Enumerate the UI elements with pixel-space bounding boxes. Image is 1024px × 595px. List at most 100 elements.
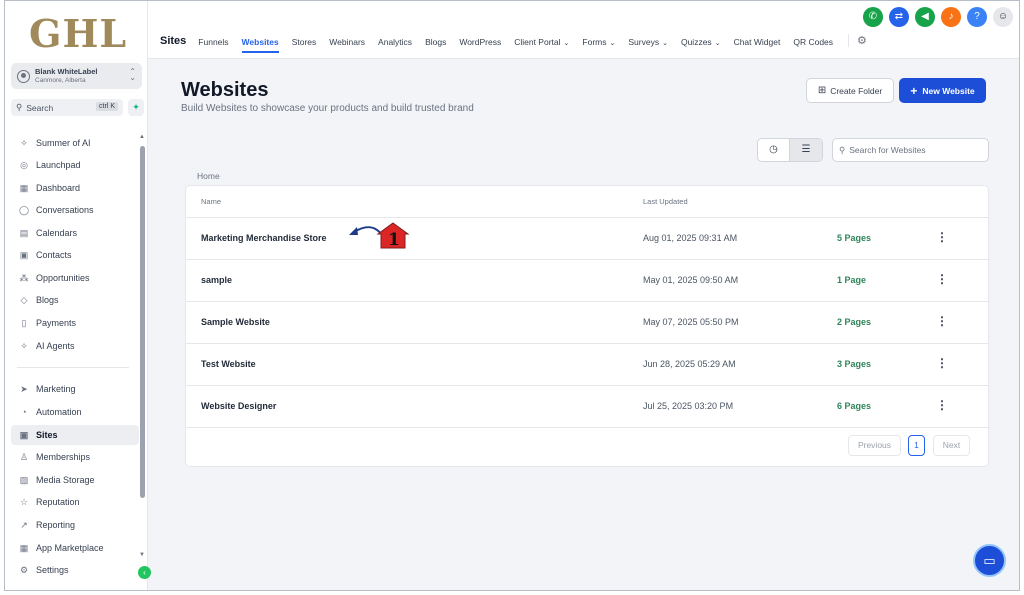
sidebar-item-contacts[interactable]: ▣ Contacts [11, 245, 139, 265]
annotation-arrow-icon [349, 222, 410, 249]
pages-link[interactable]: 6 Pages [837, 401, 871, 411]
previous-page-button[interactable]: Previous [848, 435, 901, 456]
chat-support-button[interactable]: ▭ [973, 544, 1006, 577]
next-page-button[interactable]: Next [933, 435, 970, 456]
sidebar-item-memberships[interactable]: ♙ Memberships [11, 447, 139, 467]
account-location: Canmore, Alberta [35, 77, 86, 84]
tab-stores[interactable]: Stores [292, 37, 317, 53]
sidebar-item-label: Sites [36, 430, 58, 440]
sidebar-item-calendars[interactable]: ▤ Calendars [11, 223, 139, 243]
image-icon: ▨ [19, 474, 29, 485]
new-website-button[interactable]: + New Website [899, 78, 986, 103]
more-actions-icon[interactable]: ⋮ [936, 398, 948, 412]
sidebar-item-ai-agents[interactable]: ✧ AI Agents [11, 336, 139, 356]
tab-funnels[interactable]: Funnels [198, 37, 228, 53]
sidebar-item-app-marketplace[interactable]: ▦ App Marketplace [11, 538, 139, 558]
sidebar-item-label: Settings [36, 565, 69, 575]
brand-logo[interactable]: GHL [29, 11, 127, 56]
create-folder-button[interactable]: ⊞ Create Folder [806, 78, 894, 103]
account-switcher[interactable]: Blank WhiteLabel Canmore, Alberta ⌃ ⌄ [11, 63, 142, 89]
sidebar-item-settings[interactable]: ⚙ Settings [11, 560, 139, 580]
search-shortcut-badge: ctrl K [96, 102, 118, 111]
website-name[interactable]: Marketing Merchandise Store [201, 233, 327, 243]
more-actions-icon[interactable]: ⋮ [936, 356, 948, 370]
page-number-button[interactable]: 1 [908, 435, 925, 456]
tab-websites[interactable]: Websites [241, 37, 279, 53]
apps-icon: ▦ [19, 542, 29, 553]
page-title: Websites [181, 79, 269, 101]
help-icon[interactable]: ? [967, 7, 987, 27]
recent-view-clock-icon[interactable]: ◷ [758, 139, 791, 161]
tab-webinars[interactable]: Webinars [329, 37, 365, 53]
website-name[interactable]: sample [201, 275, 232, 285]
sidebar-item-label: Conversations [36, 205, 94, 215]
sidebar-item-label: Dashboard [36, 183, 81, 193]
megaphone-icon[interactable]: ◀ [915, 7, 935, 27]
sites-icon: ▣ [19, 429, 29, 440]
pages-link[interactable]: 2 Pages [837, 317, 871, 327]
sidebar-item-conversations[interactable]: ◯ Conversations [11, 200, 139, 220]
pages-link[interactable]: 3 Pages [837, 359, 871, 369]
tab-surveys[interactable]: Surveys ⌄ [628, 37, 668, 53]
sidebar-scrollbar[interactable] [140, 146, 145, 498]
tab-chat-widget[interactable]: Chat Widget [734, 37, 781, 53]
tab-quizzes[interactable]: Quizzes ⌄ [681, 37, 721, 53]
sidebar-item-summer-of-ai[interactable]: ✧ Summer of AI [11, 133, 139, 153]
table-row[interactable]: Marketing Merchandise Store Aug 01, 2025 … [186, 218, 988, 260]
chevron-down-icon: ⌄ [662, 40, 668, 47]
breadcrumb[interactable]: Home [197, 171, 220, 181]
table-row[interactable]: Test Website Jun 28, 2025 05:29 AM 3 Pages… [186, 344, 988, 386]
pages-link[interactable]: 1 Page [837, 275, 866, 285]
receipt-icon: ▯ [21, 317, 27, 328]
user-avatar[interactable]: ☺ [993, 7, 1013, 27]
website-name[interactable]: Sample Website [201, 317, 270, 327]
scroll-down-icon[interactable]: ▼ [139, 552, 145, 558]
more-actions-icon[interactable]: ⋮ [936, 230, 948, 244]
tab-blogs[interactable]: Blogs [425, 37, 446, 53]
table-row[interactable]: Website Designer Jul 25, 2025 03:20 PM 6 P… [186, 386, 988, 428]
list-view-icon[interactable]: ☰ [790, 139, 822, 161]
opportunities-icon: ⁂ [19, 272, 29, 283]
sidebar-item-marketing[interactable]: ➤ Marketing [11, 379, 139, 399]
switch-icon[interactable]: ⇄ [889, 7, 909, 27]
more-actions-icon[interactable]: ⋮ [936, 272, 948, 286]
pages-link[interactable]: 5 Pages [837, 233, 871, 243]
bell-icon[interactable]: ♪ [941, 7, 961, 27]
tab-label: Blogs [425, 37, 447, 47]
sites-tabs: Sites Funnels Websites Stores Webinars Analy… [148, 33, 867, 57]
ai-sparkle-button[interactable]: ✦ [128, 99, 144, 116]
sidebar-search[interactable]: ⚲ Search ctrl K [11, 99, 123, 116]
sidebar-item-payments[interactable]: ▯ Payments [11, 313, 139, 333]
sidebar-item-dashboard[interactable]: ▦ Dashboard [11, 178, 139, 198]
more-actions-icon[interactable]: ⋮ [936, 314, 948, 328]
sidebar-item-opportunities[interactable]: ⁂ Opportunities [11, 268, 139, 288]
table-row[interactable]: Sample Website May 07, 2025 05:50 PM 2 Pag… [186, 302, 988, 344]
star-icon: ☆ [19, 496, 29, 507]
website-search-input[interactable]: ⚲ Search for Websites [832, 138, 989, 162]
tab-analytics[interactable]: Analytics [378, 37, 412, 53]
contacts-icon: ▣ [19, 249, 29, 260]
phone-icon[interactable]: ✆ [863, 7, 883, 27]
new-website-label: New Website [922, 85, 975, 96]
sites-settings-gear-icon[interactable]: ⚙ [848, 34, 867, 47]
table-row[interactable]: sample May 01, 2025 09:50 AM 1 Page ⋮ [186, 260, 988, 302]
tab-client-portal[interactable]: Client Portal ⌄ [514, 37, 569, 53]
website-name[interactable]: Website Designer [201, 401, 276, 411]
sidebar-item-blogs[interactable]: ◇ Blogs [11, 290, 139, 310]
tab-wordpress[interactable]: WordPress [459, 37, 501, 53]
sidebar-item-media-storage[interactable]: ▨ Media Storage [11, 470, 139, 490]
table-header: Name Last Updated [186, 186, 988, 218]
sidebar-item-label: Media Storage [36, 475, 95, 485]
sidebar-item-reputation[interactable]: ☆ Reputation [11, 492, 139, 512]
last-updated: Aug 01, 2025 09:31 AM [643, 233, 738, 243]
tab-qr-codes[interactable]: QR Codes [793, 37, 833, 53]
column-header-name: Name [201, 197, 222, 206]
calendar-icon: ▤ [19, 227, 29, 238]
scroll-up-icon[interactable]: ▲ [139, 134, 145, 140]
sidebar-item-reporting[interactable]: ↗ Reporting [11, 515, 139, 535]
sidebar-item-automation[interactable]: ◔ Automation [11, 402, 139, 422]
tab-forms[interactable]: Forms ⌄ [582, 37, 615, 53]
website-name[interactable]: Test Website [201, 359, 256, 369]
sidebar-item-sites[interactable]: ▣ Sites [11, 425, 139, 445]
sidebar-item-launchpad[interactable]: ◎ Launchpad [11, 155, 139, 175]
